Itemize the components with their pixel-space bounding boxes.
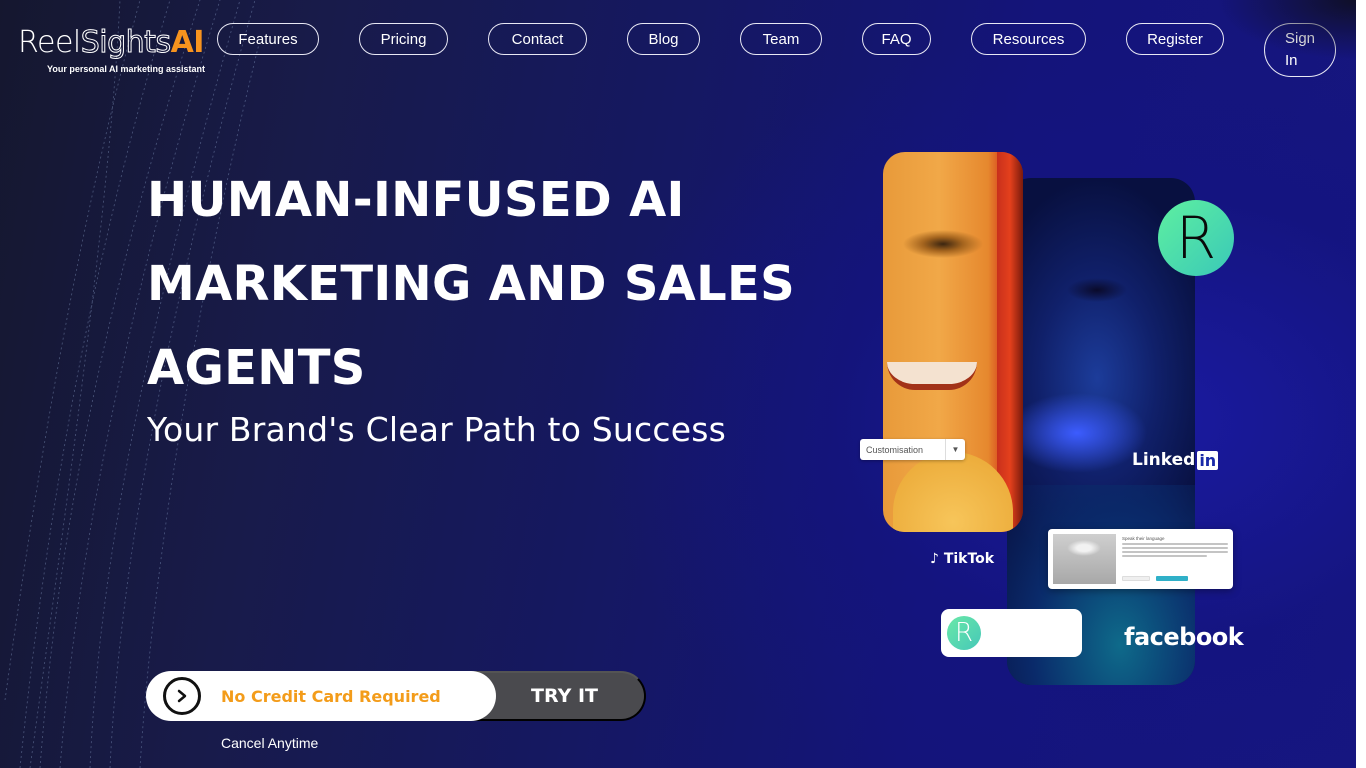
no-credit-card-note: No Credit Card Required: [221, 686, 441, 706]
woman-portrait-image: [883, 152, 1023, 532]
world-map-image: [1053, 534, 1116, 584]
logo-tagline: Your personal AI marketing assistant: [47, 64, 206, 74]
linkedin-word: Linked: [1132, 450, 1196, 470]
post-title: Speak their language: [1122, 536, 1165, 541]
post-secondary-button: [1122, 576, 1150, 581]
linkedin-in-icon: in: [1197, 450, 1219, 470]
social-post-card: Speak their language: [1048, 529, 1233, 589]
logo-ai: AI: [170, 25, 205, 60]
hero-headline: HUMAN-INFUSED AI MARKETING AND SALES AGE…: [147, 158, 827, 410]
headline-line-1: HUMAN-INFUSED AI: [147, 172, 685, 228]
facebook-logo: facebook: [1124, 623, 1244, 651]
portrait-smile: [887, 362, 977, 390]
hero-page: ReelSightsAI Your personal AI marketing …: [0, 0, 1356, 768]
dropdown-label: Customisation: [866, 444, 924, 455]
reelsights-r-icon: R: [947, 616, 981, 650]
post-primary-button: [1156, 576, 1188, 581]
caret-down-icon: ▼: [945, 439, 965, 460]
logo-sights: Sights: [80, 25, 171, 61]
sign-in-line1: Sign: [1285, 30, 1316, 47]
nav-pricing[interactable]: Pricing: [359, 23, 448, 55]
tiktok-word: TikTok: [943, 551, 995, 567]
post-text-line: [1122, 543, 1228, 545]
portrait-headphones: [893, 452, 1013, 532]
post-body: Speak their language: [1116, 534, 1228, 584]
cancel-anytime-note: Cancel Anytime: [221, 735, 319, 751]
chevron-right-icon: [177, 689, 187, 703]
reelsights-mini-card: R: [941, 609, 1082, 657]
post-text-line: [1122, 555, 1207, 557]
nav-contact[interactable]: Contact: [488, 23, 587, 55]
nav-resources[interactable]: Resources: [971, 23, 1086, 55]
logo-reel: Reel: [18, 25, 81, 60]
logo-wordmark: ReelSightsAI: [18, 22, 223, 62]
cta-note-pill[interactable]: No Credit Card Required: [146, 671, 496, 721]
reelsights-r-badge: R: [1158, 200, 1234, 276]
nav-faq[interactable]: FAQ: [862, 23, 931, 55]
linkedin-logo: Linked in: [1132, 450, 1219, 470]
hero-subheadline: Your Brand's Clear Path to Success: [147, 410, 727, 449]
customisation-dropdown: Customisation ▼: [860, 439, 965, 460]
post-text-line: [1122, 547, 1228, 549]
nav-blog[interactable]: Blog: [627, 23, 700, 55]
tiktok-icon: ♪: [930, 551, 939, 567]
tiktok-logo: ♪ TikTok: [930, 551, 994, 567]
brand-logo[interactable]: ReelSightsAI Your personal AI marketing …: [18, 22, 223, 76]
cta-group: TRY IT No Credit Card Required: [146, 671, 646, 721]
chevron-right-circle-icon[interactable]: [163, 677, 201, 715]
nav-team[interactable]: Team: [740, 23, 822, 55]
headline-line-3: AGENTS: [147, 340, 366, 396]
sign-in-line2: In: [1285, 52, 1298, 69]
nav-sign-in[interactable]: Sign In: [1264, 23, 1336, 77]
headline-line-2: MARKETING AND SALES: [147, 256, 795, 312]
post-text-line: [1122, 551, 1228, 553]
page-scrollbar[interactable]: [1356, 0, 1366, 768]
nav-register[interactable]: Register: [1126, 23, 1224, 55]
nav-features[interactable]: Features: [217, 23, 319, 55]
